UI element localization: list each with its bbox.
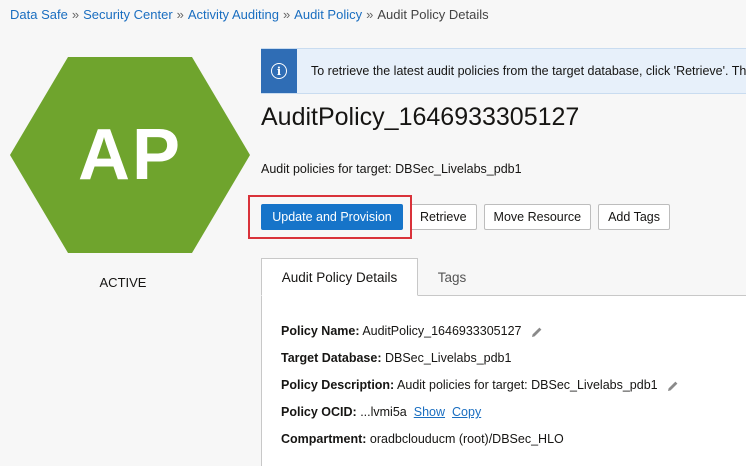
breadcrumb-data-safe[interactable]: Data Safe — [10, 7, 68, 22]
ocid-copy-link[interactable]: Copy — [452, 405, 481, 419]
policy-description-label: Policy Description: — [281, 378, 395, 392]
target-database-label: Target Database: — [281, 351, 382, 365]
detail-row-policy-name: Policy Name: AuditPolicy_1646933305127 — [281, 324, 543, 338]
pencil-body — [668, 381, 678, 391]
tab-bar: Audit Policy Details Tags — [261, 258, 746, 296]
pencil-body — [531, 327, 542, 337]
detail-row-policy-ocid: Policy OCID: ...lvmi5a Show Copy — [281, 405, 481, 419]
compartment-label: Compartment: — [281, 432, 367, 446]
detail-row-policy-description: Policy Description: Audit policies for t… — [281, 378, 679, 392]
breadcrumb-security-center[interactable]: Security Center — [83, 7, 173, 22]
tab-tags[interactable]: Tags — [436, 258, 468, 296]
detail-row-target-database: Target Database: DBSec_Livelabs_pdb1 — [281, 351, 511, 365]
breadcrumb-activity-auditing[interactable]: Activity Auditing — [188, 7, 279, 22]
page-title: AuditPolicy_1646933305127 — [261, 103, 580, 131]
breadcrumb-audit-policy[interactable]: Audit Policy — [294, 7, 362, 22]
page-subtitle: Audit policies for target: DBSec_Livelab… — [261, 162, 522, 176]
detail-row-compartment: Compartment: oradbclouducm (root)/DBSec_… — [281, 432, 564, 446]
info-banner: i To retrieve the latest audit policies … — [261, 48, 746, 94]
policy-description-value: Audit policies for target: DBSec_Livelab… — [397, 378, 658, 392]
info-banner-stripe: i — [261, 49, 297, 93]
policy-ocid-value: ...lvmi5a — [360, 405, 407, 419]
retrieve-button[interactable]: Retrieve — [410, 204, 477, 230]
target-database-value: DBSec_Livelabs_pdb1 — [384, 351, 512, 365]
policy-name-value: AuditPolicy_1646933305127 — [362, 324, 522, 338]
breadcrumb-separator: » — [71, 7, 80, 22]
breadcrumb-separator: » — [176, 7, 184, 22]
breadcrumb-separator: » — [282, 7, 291, 22]
tab-audit-policy-details[interactable]: Audit Policy Details — [261, 258, 418, 296]
details-panel: Policy Name: AuditPolicy_1646933305127 T… — [261, 296, 746, 466]
compartment-value: oradbclouducm (root)/DBSec_HLO — [369, 432, 564, 446]
ocid-show-link[interactable]: Show — [414, 405, 445, 419]
info-icon: i — [271, 63, 287, 79]
status-label: ACTIVE — [99, 275, 147, 290]
avatar-initials: AP — [77, 115, 183, 195]
edit-pencil-icon[interactable] — [667, 380, 679, 392]
edit-pencil-icon[interactable] — [531, 326, 543, 338]
policy-ocid-label: Policy OCID: — [281, 405, 357, 419]
action-toolbar: Update and Provision Retrieve Move Resou… — [261, 204, 670, 230]
info-banner-text: To retrieve the latest audit policies fr… — [311, 64, 746, 78]
add-tags-button[interactable]: Add Tags — [598, 204, 670, 230]
breadcrumb-separator: » — [366, 7, 374, 22]
move-resource-button[interactable]: Move Resource — [483, 204, 592, 230]
policy-name-label: Policy Name: — [281, 324, 360, 338]
breadcrumb: Data Safe» Security Center» Activity Audit… — [10, 7, 489, 22]
update-and-provision-button[interactable]: Update and Provision — [261, 204, 403, 230]
breadcrumb-current: Audit Policy Details — [377, 7, 489, 22]
